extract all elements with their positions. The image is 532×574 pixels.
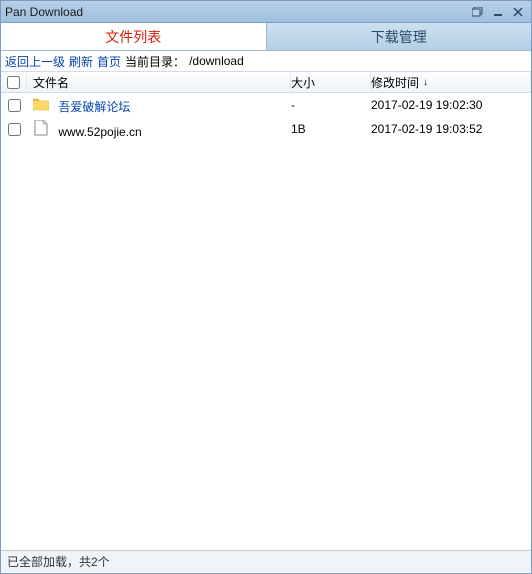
- col-header-name[interactable]: 文件名: [27, 72, 291, 92]
- file-name[interactable]: 吾爱破解论坛: [58, 100, 130, 114]
- titlebar: Pan Download: [1, 1, 531, 23]
- tab-bar: 文件列表 下载管理: [1, 23, 531, 51]
- status-bar: 已全部加载，共2个: [1, 550, 531, 572]
- file-size: -: [291, 98, 371, 112]
- file-list: 吾爱破解论坛 - 2017-02-19 19:02:30 www.52pojie…: [1, 93, 531, 550]
- close-icon[interactable]: [509, 4, 527, 20]
- file-size: 1B: [291, 122, 371, 136]
- file-time: 2017-02-19 19:03:52: [371, 122, 531, 136]
- minimize-icon[interactable]: [489, 4, 507, 20]
- window-title: Pan Download: [5, 5, 467, 19]
- file-time: 2017-02-19 19:02:30: [371, 98, 531, 112]
- table-row[interactable]: www.52pojie.cn 1B 2017-02-19 19:03:52: [1, 117, 531, 141]
- table-row[interactable]: 吾爱破解论坛 - 2017-02-19 19:02:30: [1, 93, 531, 117]
- restore-icon[interactable]: [469, 4, 487, 20]
- nav-back[interactable]: 返回上一级: [5, 53, 65, 70]
- select-all-checkbox[interactable]: [7, 76, 20, 89]
- select-all-cell: [1, 72, 27, 92]
- nav-refresh[interactable]: 刷新: [69, 53, 93, 70]
- nav-bar: 返回上一级 刷新 首页 当前目录： /download: [1, 51, 531, 71]
- tab-file-list[interactable]: 文件列表: [1, 23, 267, 50]
- cur-dir-value: /download: [189, 54, 244, 68]
- sort-down-icon: ↓: [423, 77, 428, 88]
- nav-home[interactable]: 首页: [97, 53, 121, 70]
- row-checkbox[interactable]: [8, 123, 21, 136]
- folder-icon: [33, 96, 49, 112]
- tab-download-manager[interactable]: 下载管理: [267, 23, 532, 50]
- row-checkbox[interactable]: [8, 99, 21, 112]
- column-header: 文件名 大小 修改时间 ↓: [1, 71, 531, 93]
- cur-dir-label: 当前目录：: [125, 53, 185, 70]
- file-icon: [33, 120, 49, 136]
- status-text: 已全部加载，共2个: [7, 553, 110, 570]
- col-header-time[interactable]: 修改时间 ↓: [371, 72, 531, 92]
- col-header-size[interactable]: 大小: [291, 72, 371, 92]
- file-name: www.52pojie.cn: [58, 125, 141, 139]
